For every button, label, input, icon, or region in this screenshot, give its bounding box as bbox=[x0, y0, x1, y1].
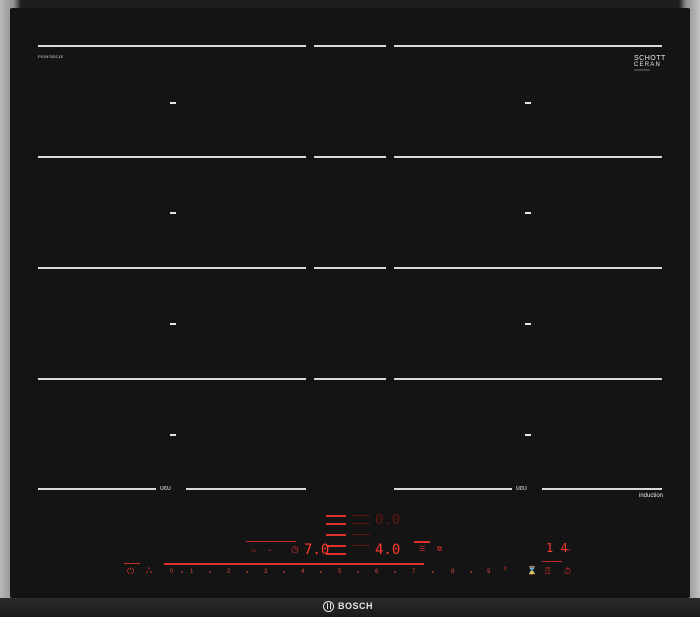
zone-line-3-center bbox=[314, 267, 386, 269]
flex-zone-mark-right: ᴜɛᴜ bbox=[516, 485, 527, 492]
logo-line-3: XXXXXXXX bbox=[634, 68, 651, 72]
logo-line-1: SCHOTT bbox=[634, 55, 666, 62]
power-level-7[interactable]: 7 bbox=[412, 569, 415, 575]
bosch-brand-label: BOSCH bbox=[338, 601, 374, 611]
power-level-2[interactable]: 2 bbox=[227, 569, 230, 575]
right-display-underline bbox=[542, 561, 562, 562]
zone-line-bottom-left-b bbox=[186, 488, 306, 490]
zone-line-3-left bbox=[38, 267, 306, 269]
pan-icon[interactable]: ▭ bbox=[251, 547, 257, 555]
power-level-4[interactable]: 4 bbox=[301, 569, 304, 575]
zone-line-top-right bbox=[394, 45, 662, 47]
boost-icon[interactable]: ᵖ bbox=[504, 566, 507, 574]
zone-indicator-dim bbox=[352, 545, 370, 546]
zone-center-mark bbox=[525, 102, 531, 104]
zone-line-bottom-right-b bbox=[542, 488, 662, 490]
zone-indicator-bar bbox=[326, 534, 346, 536]
induction-label: induction bbox=[639, 493, 664, 499]
power-level-5[interactable]: 5 bbox=[338, 569, 341, 575]
zone-line-top-left bbox=[38, 45, 306, 47]
zone-line-2-left bbox=[38, 156, 306, 158]
power-level-half-dot bbox=[470, 571, 472, 573]
zone-line-4-center bbox=[314, 378, 386, 380]
power-level-half-dot bbox=[209, 571, 211, 573]
schott-ceran-logo: SCHOTT CERAN XXXXXXXX bbox=[634, 55, 666, 72]
zone-center-mark bbox=[525, 323, 531, 325]
power-level-8[interactable]: 8 bbox=[451, 569, 454, 575]
zone-line-top-center bbox=[314, 45, 386, 47]
move-mode-icon[interactable]: ⧉ bbox=[437, 546, 442, 554]
zone-line-2-center bbox=[314, 156, 386, 158]
zone-indicator-dim bbox=[352, 534, 370, 535]
zone-indicator-dim bbox=[352, 523, 370, 524]
flex-indicator-bar bbox=[414, 541, 430, 543]
left-timer-display: 7.0 bbox=[304, 542, 330, 558]
timer-icon[interactable]: ◷ bbox=[291, 545, 299, 554]
top-zone-display: 0.0 bbox=[375, 512, 401, 528]
zone-center-mark bbox=[170, 102, 176, 104]
settings-icon[interactable]: ⍰ bbox=[545, 567, 550, 576]
zone-center-mark bbox=[525, 212, 531, 214]
power-level-half-dot bbox=[357, 571, 359, 573]
frying-sensor-icon[interactable]: ⌁ bbox=[268, 547, 272, 555]
power-icon[interactable]: ⏻ bbox=[127, 567, 134, 576]
flex-zone-mark-left: ᴜɛᴜ bbox=[160, 485, 171, 492]
power-level-3[interactable]: 3 bbox=[264, 569, 267, 575]
model-number: PXX975DC1E bbox=[38, 54, 64, 59]
left-display-underline bbox=[246, 541, 296, 542]
power-level-half-dot bbox=[394, 571, 396, 573]
zone-indicator-bar bbox=[326, 523, 346, 525]
zone-center-mark bbox=[170, 212, 176, 214]
zone-line-bottom-left-a bbox=[38, 488, 156, 490]
power-level-half-dot bbox=[320, 571, 322, 573]
stopwatch-icon[interactable]: ⏱ bbox=[564, 567, 571, 576]
center-power-display: 4.0 bbox=[375, 542, 401, 558]
power-button-marker bbox=[124, 563, 140, 564]
zone-line-2-right bbox=[394, 156, 662, 158]
zone-center-mark bbox=[170, 323, 176, 325]
zone-center-mark bbox=[525, 434, 531, 436]
zone-line-4-right bbox=[394, 378, 662, 380]
power-level-1[interactable]: 1 bbox=[190, 569, 193, 575]
zone-line-3-right bbox=[394, 267, 662, 269]
power-level-half-dot bbox=[181, 571, 183, 573]
power-level-half-dot bbox=[283, 571, 285, 573]
power-level-half-dot bbox=[246, 571, 248, 573]
wipe-protection-icon[interactable]: ⌛ bbox=[527, 567, 537, 575]
timer-unit-label: min bbox=[564, 547, 571, 552]
zone-center-mark bbox=[170, 434, 176, 436]
power-level-9[interactable]: 9 bbox=[487, 569, 490, 575]
zone-line-bottom-right-a bbox=[394, 488, 512, 490]
zone-indicator-bar bbox=[326, 515, 346, 517]
bosch-logo-icon bbox=[323, 601, 334, 612]
power-level-half-dot bbox=[432, 571, 434, 573]
ceramic-glass-surface bbox=[10, 8, 690, 598]
power-level-0[interactable]: 0 bbox=[170, 569, 173, 575]
power-level-6[interactable]: 6 bbox=[375, 569, 378, 575]
flex-zone-icon[interactable]: ☰ bbox=[419, 546, 425, 554]
child-lock-icon[interactable]: ஃ bbox=[146, 567, 152, 575]
power-slider-track[interactable] bbox=[164, 563, 424, 565]
zone-line-4-left bbox=[38, 378, 306, 380]
zone-indicator-dim bbox=[352, 515, 370, 516]
